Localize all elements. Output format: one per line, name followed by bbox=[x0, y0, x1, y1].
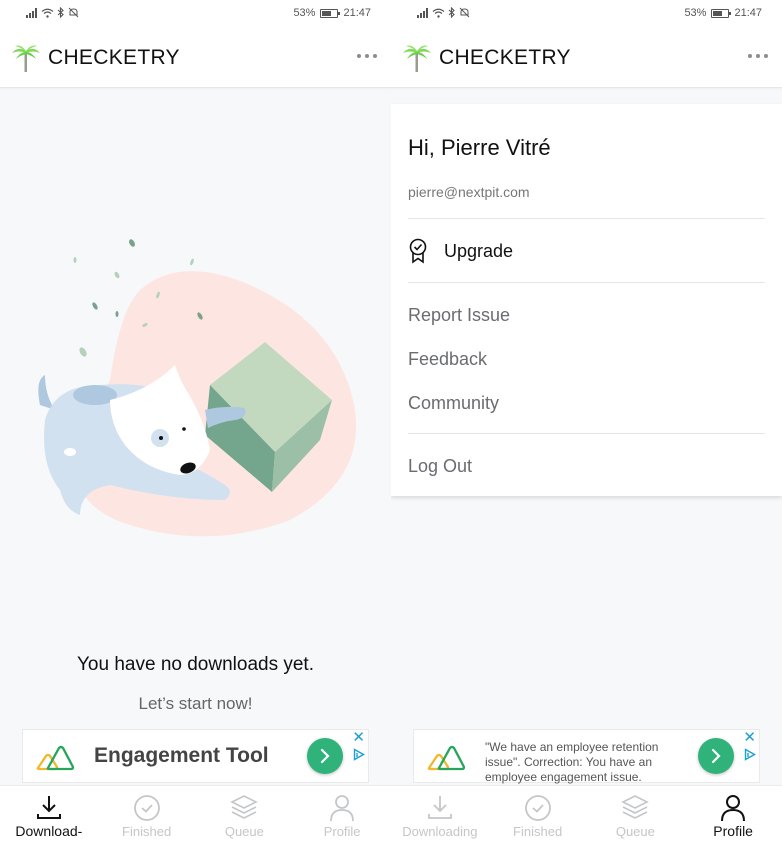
profile-greeting: Hi, Pierre Vitré bbox=[408, 135, 551, 160]
adchoices-icon[interactable] bbox=[353, 748, 365, 761]
ad-go-button[interactable] bbox=[307, 738, 343, 774]
app-title: CHECKETRY bbox=[48, 46, 180, 69]
nav-downloading[interactable]: Download- bbox=[0, 786, 98, 847]
status-bar: 53% 21:47 bbox=[391, 0, 782, 28]
more-dot bbox=[373, 54, 377, 58]
status-icons bbox=[26, 7, 79, 18]
nav-profile[interactable]: Profile bbox=[293, 786, 391, 847]
notifications-off-icon bbox=[68, 7, 79, 18]
layers-icon bbox=[621, 795, 650, 819]
nav-label: Finished bbox=[122, 824, 172, 839]
check-circle-icon bbox=[133, 795, 160, 821]
signal-icon bbox=[26, 7, 37, 18]
upgrade-button[interactable]: Upgrade bbox=[408, 236, 765, 266]
nav-label: Finished bbox=[513, 824, 563, 839]
ad-banner[interactable]: "We have an employee retention issue". C… bbox=[413, 729, 760, 784]
menu-item-feedback[interactable]: Feedback bbox=[408, 349, 487, 370]
nav-label: Downloading bbox=[402, 824, 478, 839]
more-dot bbox=[357, 54, 361, 58]
downloads-screen: 53% 21:47 CHECKETRY You have no download… bbox=[0, 0, 391, 847]
more-dot bbox=[365, 54, 369, 58]
battery-icon bbox=[320, 8, 341, 18]
app-bar: CHECKETRY bbox=[391, 28, 782, 88]
palm-tree-icon bbox=[12, 45, 40, 72]
wifi-icon bbox=[432, 8, 445, 18]
battery-icon bbox=[711, 8, 732, 18]
clock: 21:47 bbox=[343, 7, 371, 19]
more-dot bbox=[748, 54, 752, 58]
nav-profile[interactable]: Profile bbox=[684, 786, 782, 847]
download-icon bbox=[427, 796, 452, 819]
nav-label: Profile bbox=[323, 824, 361, 839]
signal-icon bbox=[417, 7, 428, 18]
more-dot bbox=[756, 54, 760, 58]
adchoices-icon[interactable] bbox=[744, 748, 756, 761]
more-options-button[interactable] bbox=[357, 54, 377, 58]
ad-go-button[interactable] bbox=[698, 738, 734, 774]
nav-queue[interactable]: Queue bbox=[196, 786, 294, 847]
bottom-nav: Download- Finished Queue Profile bbox=[0, 785, 391, 847]
nav-queue[interactable]: Queue bbox=[587, 786, 685, 847]
battery-percent: 53% bbox=[684, 7, 707, 19]
bluetooth-icon bbox=[448, 7, 455, 18]
wifi-icon bbox=[41, 8, 54, 18]
chevron-right-icon bbox=[711, 748, 721, 764]
empty-state-subtitle: Let’s start now! bbox=[138, 694, 253, 713]
empty-state-title: You have no downloads yet. bbox=[77, 654, 314, 675]
menu-item-report-issue[interactable]: Report Issue bbox=[408, 305, 510, 326]
nav-label: Queue bbox=[615, 824, 655, 839]
app-title: CHECKETRY bbox=[439, 46, 571, 69]
nav-label: Profile bbox=[713, 823, 753, 839]
ad-body-text: "We have an employee retention issue". C… bbox=[485, 740, 659, 784]
palm-tree-icon bbox=[403, 45, 431, 72]
award-badge-icon bbox=[409, 238, 427, 264]
app-bar: CHECKETRY bbox=[0, 28, 391, 88]
more-dot bbox=[764, 54, 768, 58]
close-icon[interactable]: ✕ bbox=[743, 730, 756, 745]
user-icon bbox=[330, 795, 355, 822]
nav-finished[interactable]: Finished bbox=[489, 786, 587, 847]
profile-email: pierre@nextpit.com bbox=[408, 184, 530, 200]
ad-headline: Engagement Tool bbox=[94, 744, 269, 767]
bottom-nav: Downloading Finished Queue Profile bbox=[391, 785, 782, 847]
upgrade-label: Upgrade bbox=[444, 241, 514, 261]
menu-item-community[interactable]: Community bbox=[408, 393, 499, 414]
bluetooth-icon bbox=[57, 7, 64, 18]
notifications-off-icon bbox=[459, 7, 470, 18]
ad-banner[interactable]: Engagement Tool ✕ bbox=[22, 729, 369, 783]
menu-item-log-out[interactable]: Log Out bbox=[408, 456, 472, 477]
nav-label: Queue bbox=[224, 824, 264, 839]
download-icon bbox=[36, 796, 61, 819]
clock: 21:47 bbox=[734, 7, 762, 19]
status-icons bbox=[417, 7, 470, 18]
user-icon bbox=[721, 795, 746, 822]
ad-logo-icon bbox=[427, 745, 466, 771]
divider bbox=[408, 282, 765, 283]
dog-with-box-illustration bbox=[38, 239, 357, 537]
status-right: 53% 21:47 bbox=[293, 7, 371, 19]
chevron-right-icon bbox=[320, 748, 330, 764]
status-bar: 53% 21:47 bbox=[0, 0, 391, 28]
layers-icon bbox=[230, 795, 259, 819]
more-options-button[interactable] bbox=[748, 54, 768, 58]
nav-downloading[interactable]: Downloading bbox=[391, 786, 489, 847]
battery-percent: 53% bbox=[293, 7, 316, 19]
check-circle-icon bbox=[524, 795, 551, 821]
divider bbox=[408, 218, 765, 219]
divider bbox=[408, 433, 765, 434]
close-icon[interactable]: ✕ bbox=[352, 730, 365, 745]
nav-label: Download- bbox=[15, 823, 83, 839]
profile-menu: Hi, Pierre Vitré pierre@nextpit.com Upgr… bbox=[391, 104, 782, 496]
nav-finished[interactable]: Finished bbox=[98, 786, 196, 847]
status-right: 53% 21:47 bbox=[684, 7, 762, 19]
profile-screen: 53% 21:47 CHECKETRY Hi, Pierre Vitré pie… bbox=[391, 0, 782, 847]
ad-logo-icon bbox=[36, 745, 75, 771]
